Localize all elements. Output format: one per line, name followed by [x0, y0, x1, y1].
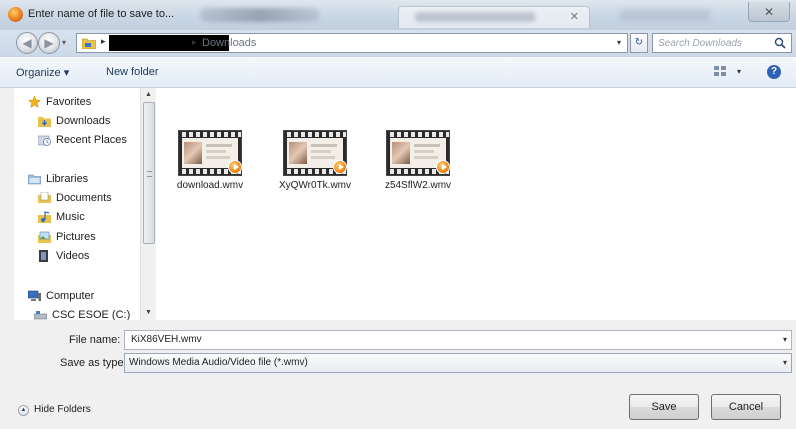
breadcrumb-separator[interactable]: ▸ — [101, 36, 106, 47]
pictures-icon — [38, 231, 51, 243]
video-frame-text-line — [206, 150, 226, 153]
refresh-button[interactable]: ↻ — [630, 33, 648, 53]
video-frame-picture — [184, 142, 202, 164]
search-box — [652, 33, 792, 53]
blurred-background-text — [620, 9, 710, 21]
sidebar-item-label: Downloads — [56, 115, 111, 127]
back-arrow-icon: ◀ — [22, 36, 32, 50]
sidebar-item-label: Favorites — [46, 96, 92, 108]
breadcrumb-downloads[interactable]: Downloads — [202, 37, 256, 49]
scrollbar-grip — [147, 171, 152, 177]
new-folder-button[interactable]: New folder — [106, 66, 159, 78]
music-icon — [38, 211, 51, 223]
search-icon[interactable] — [774, 37, 786, 49]
navigation-scrollbar[interactable]: ▲ ▼ — [140, 88, 156, 320]
save-as-type-dropdown-icon[interactable]: ▾ — [783, 358, 787, 367]
forward-button[interactable]: ▶ — [38, 32, 60, 54]
documents-icon — [38, 192, 51, 203]
refresh-icon: ↻ — [634, 37, 644, 48]
window-title: Enter name of file to save to... — [28, 8, 175, 20]
media-player-badge-icon — [333, 160, 347, 174]
video-frame-text-line — [414, 156, 438, 159]
file-item[interactable]: download.wmv — [162, 130, 258, 191]
title-bar: Enter name of file to save to... ✕ ✕ — [0, 0, 796, 30]
video-frame-text-line — [206, 156, 230, 159]
file-list: download.wmv XyQWr0Tk.wmv z54SflW2.wmv — [156, 88, 796, 320]
organize-button[interactable]: Organize ▾ — [16, 66, 69, 79]
scroll-up-arrow-icon[interactable]: ▲ — [141, 88, 156, 102]
recent-locations-dropdown[interactable]: ▾ — [62, 38, 66, 47]
file-name-value[interactable]: KiX86VEH.wmv — [131, 334, 202, 345]
video-frame-text-line — [311, 150, 331, 153]
blurred-tab-title — [415, 12, 535, 22]
hide-folders-label: Hide Folders — [34, 404, 91, 415]
video-frame-picture — [289, 142, 307, 164]
firefox-icon — [8, 7, 23, 22]
address-bar[interactable]: ▸ ▸ Downloads ▾ — [76, 33, 628, 53]
sidebar-item-label: Music — [56, 211, 85, 223]
sidebar-item-label: Pictures — [56, 231, 96, 243]
sidebar-item-label: Documents — [56, 192, 112, 204]
scrollbar-thumb[interactable] — [143, 102, 155, 244]
sidebar-item-label: Computer — [46, 290, 95, 302]
video-frame-text-line — [206, 144, 232, 147]
file-name-dropdown-icon[interactable]: ▾ — [783, 335, 787, 344]
forward-arrow-icon: ▶ — [44, 36, 54, 50]
collapse-icon: ▲ — [18, 405, 29, 416]
close-icon: ✕ — [763, 5, 775, 19]
address-dropdown-button[interactable]: ▾ — [617, 38, 621, 47]
file-name: z54SflW2.wmv — [384, 180, 452, 191]
film-strip-edge — [179, 132, 241, 137]
sidebar-item-label: Recent Places — [56, 134, 127, 146]
sidebar-item-label: Libraries — [46, 173, 89, 185]
save-button[interactable]: Save — [629, 394, 699, 420]
film-strip-edge — [284, 132, 346, 137]
tab-close-icon: ✕ — [569, 11, 579, 23]
drive-icon — [34, 311, 47, 320]
video-frame-text-line — [311, 144, 337, 147]
file-name-field[interactable]: KiX86VEH.wmv ▾ — [124, 330, 792, 350]
scroll-down-arrow-icon[interactable]: ▼ — [141, 306, 156, 320]
command-toolbar: Organize ▾ New folder ▾ ? — [0, 56, 796, 88]
media-player-badge-icon — [228, 160, 242, 174]
recent-places-icon — [38, 135, 51, 146]
navigation-pane: Favorites Downloads Recent Places Librar… — [14, 88, 140, 320]
cancel-button[interactable]: Cancel — [711, 394, 781, 420]
file-item[interactable]: XyQWr0Tk.wmv — [267, 130, 363, 191]
libraries-icon — [28, 174, 41, 185]
file-name: XyQWr0Tk.wmv — [278, 180, 352, 191]
star-icon — [28, 96, 41, 108]
change-view-icon[interactable] — [714, 66, 726, 76]
save-as-type-value: Windows Media Audio/Video file (*.wmv) — [129, 357, 308, 368]
close-button[interactable]: ✕ — [748, 2, 790, 22]
sidebar-item-label: CSC ESOE (C:) — [52, 309, 131, 320]
breadcrumb-separator[interactable]: ▸ — [192, 37, 197, 48]
background-browser-tab: ✕ — [398, 6, 590, 28]
computer-icon — [28, 290, 41, 301]
back-button[interactable]: ◀ — [16, 32, 38, 54]
save-as-type-label: Save as type: — [60, 357, 127, 369]
save-options-panel: File name: KiX86VEH.wmv ▾ Save as type: … — [0, 320, 796, 429]
save-as-type-select[interactable]: Windows Media Audio/Video file (*.wmv) ▾ — [124, 353, 792, 373]
video-frame-text-line — [414, 150, 434, 153]
address-bar-row: ◀ ▶ ▾ ▸ ▸ Downloads ▾ ↻ — [0, 30, 796, 56]
blurred-background-text — [200, 8, 320, 22]
video-frame-picture — [392, 142, 410, 164]
folder-icon — [82, 38, 96, 49]
search-input[interactable] — [653, 34, 771, 52]
file-name: download.wmv — [176, 180, 244, 191]
help-button[interactable]: ? — [767, 65, 781, 79]
videos-icon — [39, 250, 48, 262]
file-name-label: File name: — [69, 334, 121, 346]
media-player-badge-icon — [436, 160, 450, 174]
downloads-folder-icon — [38, 117, 51, 127]
video-frame-text-line — [414, 144, 440, 147]
sidebar-item-label: Videos — [56, 250, 90, 262]
view-options-dropdown[interactable]: ▾ — [737, 67, 741, 76]
file-item[interactable]: z54SflW2.wmv — [370, 130, 466, 191]
film-strip-edge — [387, 132, 449, 137]
video-frame-text-line — [311, 156, 335, 159]
